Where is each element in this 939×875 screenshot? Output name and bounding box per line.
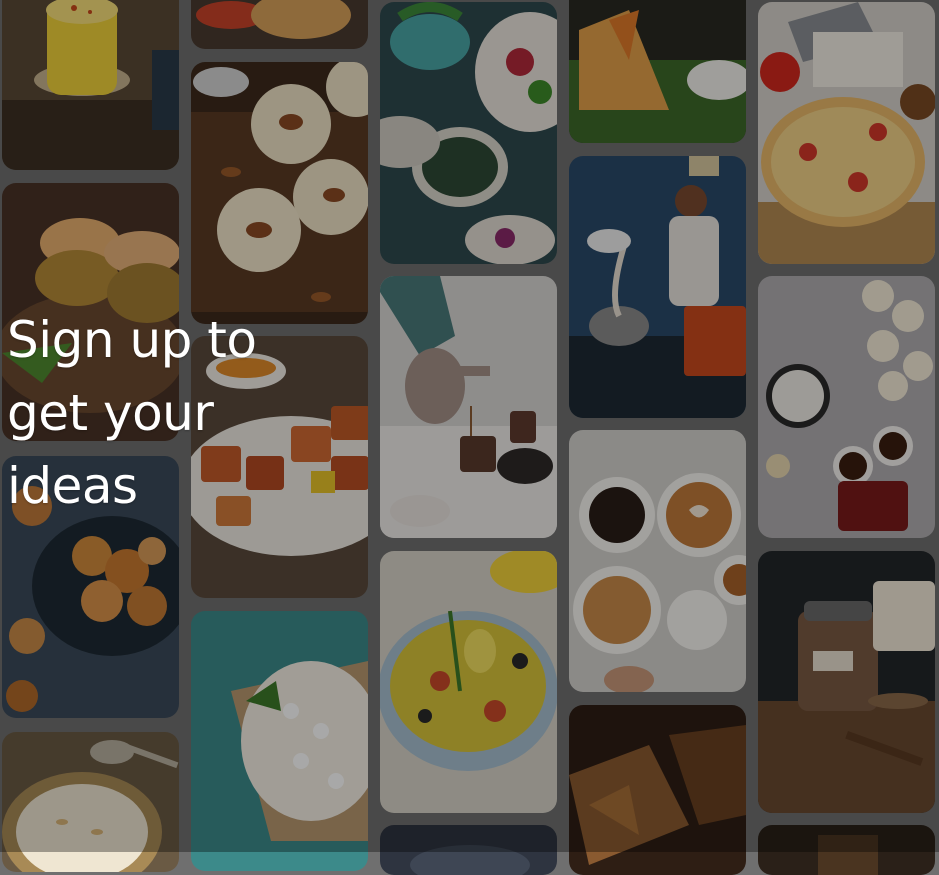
pin-coffee-cups[interactable] [569,430,746,692]
pin-pizza-grater[interactable] [758,2,935,264]
coffee-cups-image [569,430,746,692]
saffron-milk-image [2,0,179,170]
pin-salad-bowls[interactable] [380,2,557,264]
salad-bowls-image [380,2,557,264]
almond-cookies-image [191,62,368,324]
pin-poha-bowl[interactable] [380,551,557,813]
pin-dark-food[interactable] [758,825,935,875]
bhel-puri-image [191,611,368,871]
poha-bowl-image [380,551,557,813]
pin-saffron-milk[interactable] [2,0,179,170]
rice-kheer-image [2,732,179,872]
samosa-image [569,0,746,143]
dark-plate-image [380,825,557,875]
pin-chai-vendor[interactable] [569,156,746,418]
pin-rice-kheer[interactable] [2,732,179,872]
signup-headline: Sign up to get your ideas [7,311,257,515]
spice-jar-image [758,551,935,813]
pin-chai-spread[interactable] [758,276,935,538]
fried-snack-image [191,0,368,49]
dark-food-image [758,825,935,875]
pin-almond-cookies[interactable] [191,62,368,324]
tea-pouring-image [380,276,557,538]
pin-bhel-puri[interactable] [191,611,368,871]
pin-samosa[interactable] [569,0,746,143]
pizza-grater-image [758,2,935,264]
pin-flatbread[interactable] [569,705,746,875]
chai-spread-image [758,276,935,538]
flatbread-image [569,705,746,875]
chai-vendor-image [569,156,746,418]
pin-tea-pouring[interactable] [380,276,557,538]
pin-dark-plate[interactable] [380,825,557,875]
pin-fried-snack[interactable] [191,0,368,49]
pin-spice-jar[interactable] [758,551,935,813]
